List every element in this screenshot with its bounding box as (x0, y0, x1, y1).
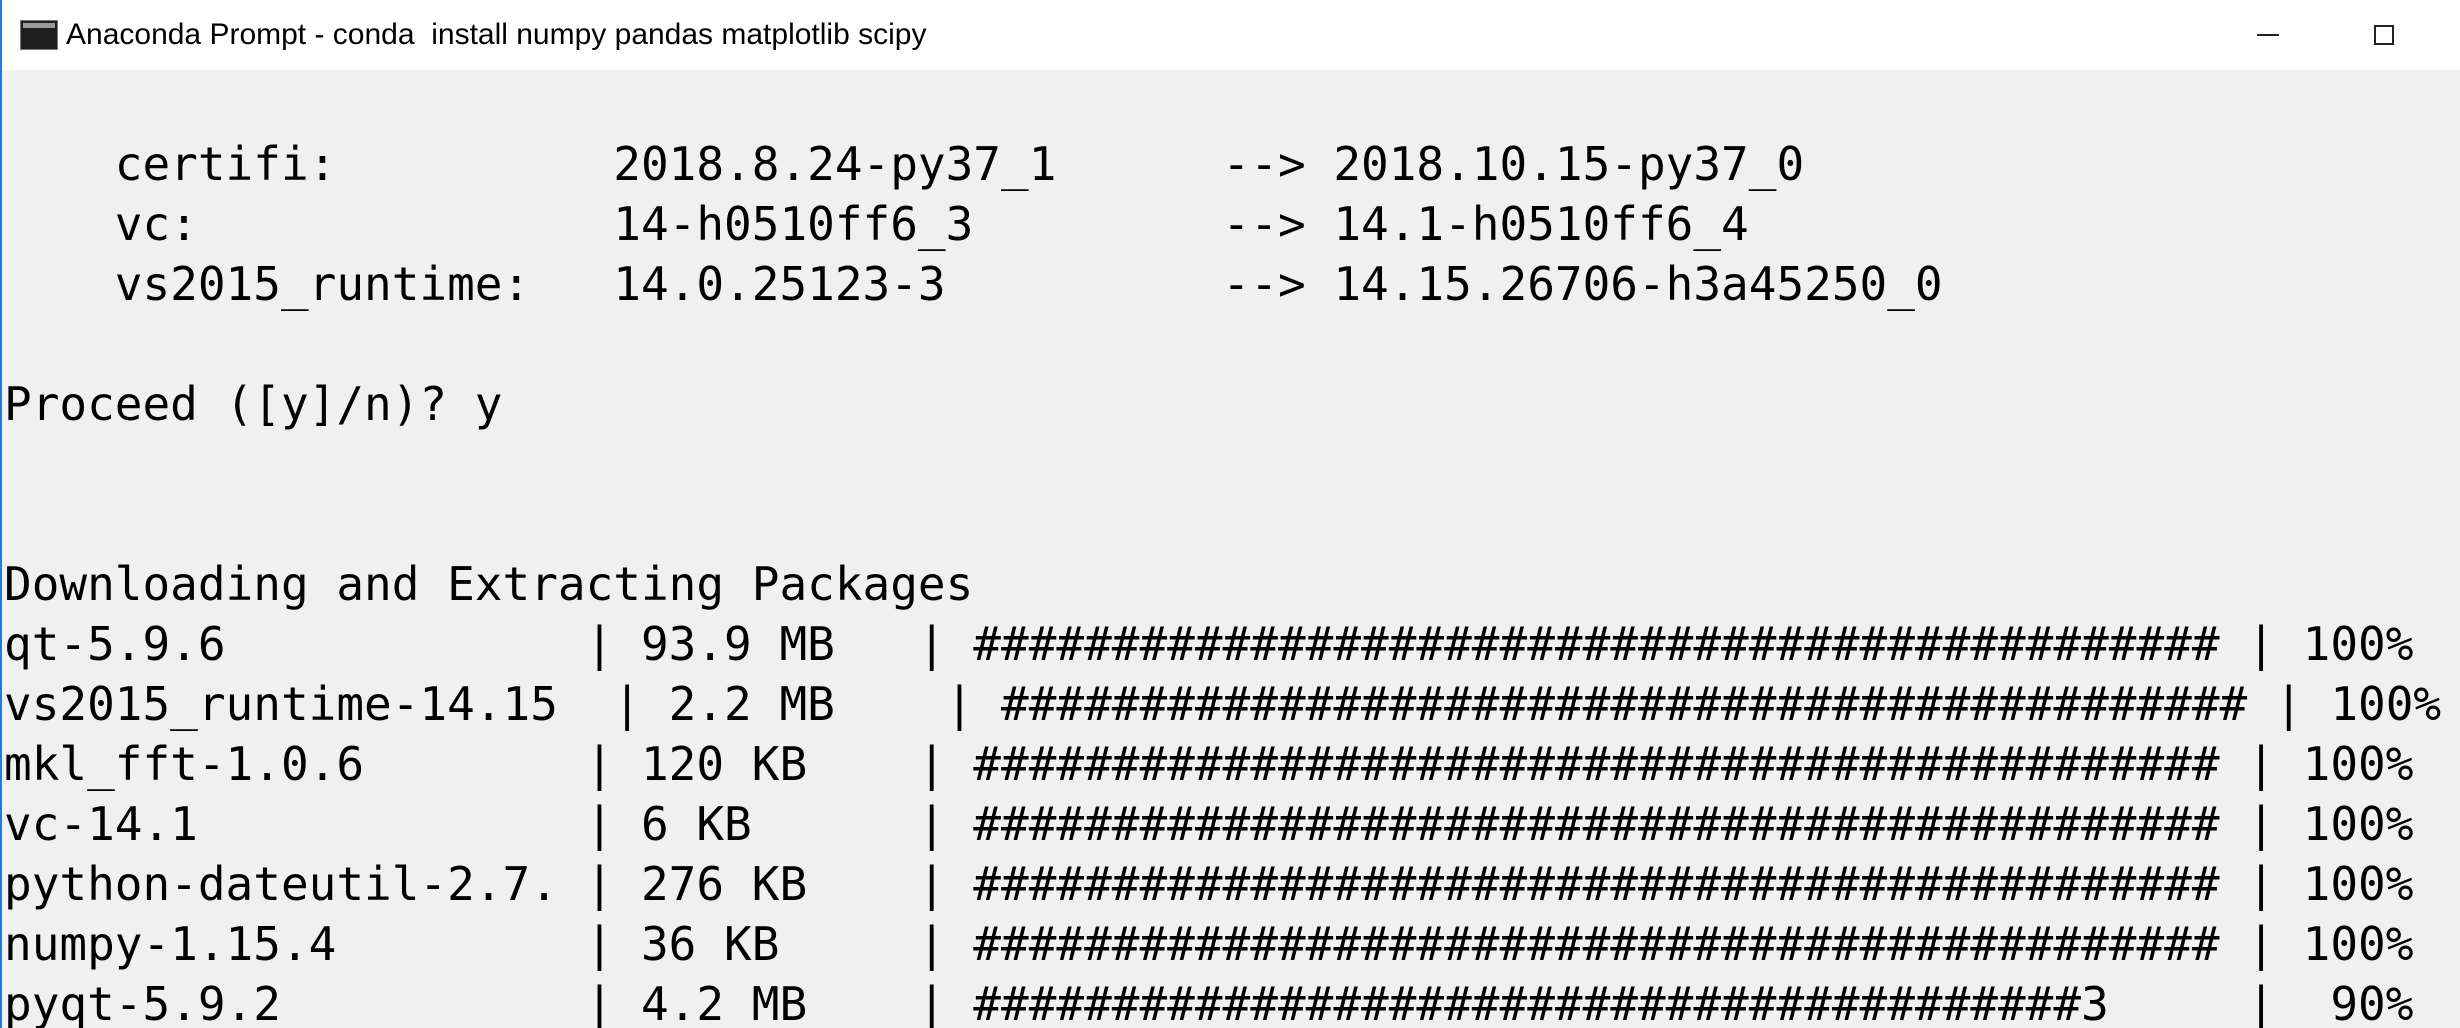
console-output[interactable]: certifi: 2018.8.24-py37_1 --> 2018.10.15… (2, 70, 2460, 1028)
minimize-button[interactable] (2210, 0, 2326, 70)
window-title: Anaconda Prompt - conda install numpy pa… (66, 18, 927, 51)
package-row-pyqt: pyqt-5.9.2 | 4.2 MB | ##################… (4, 977, 2442, 1028)
package-row-vc: vc-14.1 | 6 KB | #######################… (4, 797, 2442, 851)
console-icon (20, 20, 58, 50)
package-row-vs2015-runtime: vs2015_runtime-14.15 | 2.2 MB | ########… (4, 677, 2460, 731)
minimize-icon (2257, 34, 2279, 36)
title-bar[interactable]: Anaconda Prompt - conda install numpy pa… (2, 0, 2460, 70)
proceed-prompt: Proceed ([y]/n)? y (4, 377, 503, 431)
package-row-numpy: numpy-1.15.4 | 36 KB | #################… (4, 917, 2442, 971)
update-line-vc: vc: 14-h0510ff6_3 --> 14.1-h0510ff6_4 (4, 197, 1749, 251)
downloading-header: Downloading and Extracting Packages (4, 557, 974, 611)
package-row-python-dateutil: python-dateutil-2.7. | 276 KB | ########… (4, 857, 2442, 911)
maximize-icon (2374, 25, 2394, 45)
update-line-vs2015-runtime: vs2015_runtime: 14.0.25123-3 --> 14.15.2… (4, 257, 1943, 311)
anaconda-prompt-window: Anaconda Prompt - conda install numpy pa… (0, 0, 2460, 1028)
maximize-button[interactable] (2326, 0, 2442, 70)
package-row-mkl-fft: mkl_fft-1.0.6 | 120 KB | ###############… (4, 737, 2442, 791)
package-row-qt: qt-5.9.6 | 93.9 MB | ###################… (4, 617, 2442, 671)
update-line-certifi: certifi: 2018.8.24-py37_1 --> 2018.10.15… (4, 137, 1805, 191)
